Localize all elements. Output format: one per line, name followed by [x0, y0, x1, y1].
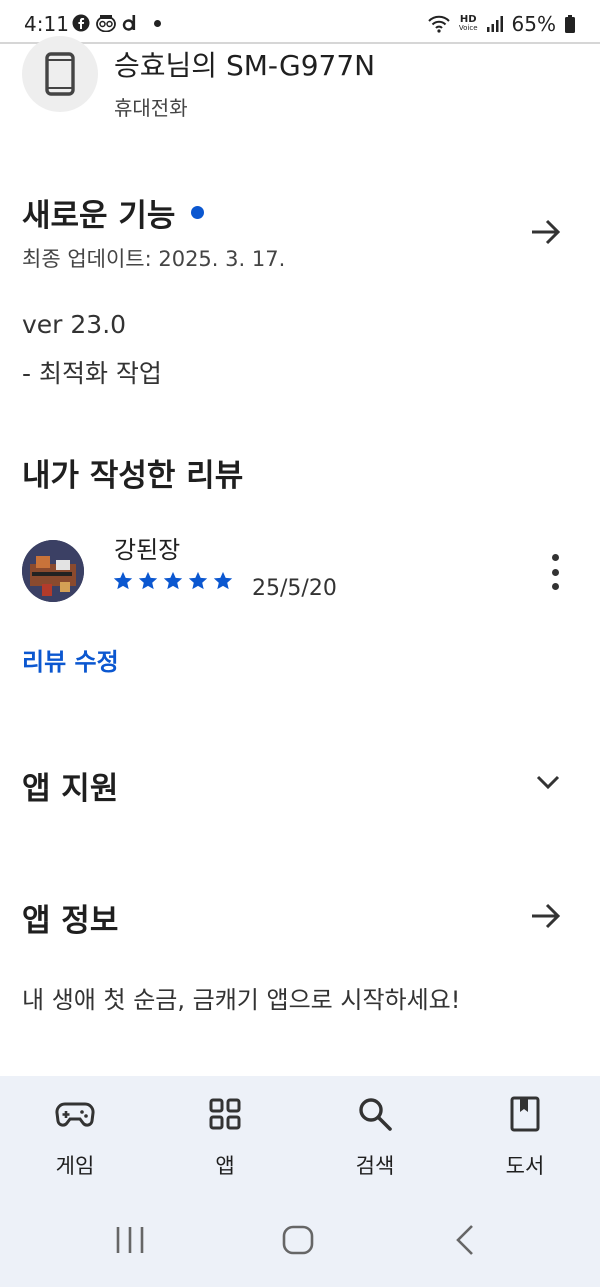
- hd-label: HD: [459, 14, 477, 25]
- whats-new-title: 새로운 기능: [22, 198, 176, 234]
- last-updated: 최종 업데이트: 2025. 3. 17.: [22, 247, 286, 271]
- star-icon: [163, 571, 183, 590]
- arrow-right-icon: [532, 903, 561, 929]
- rating-stars: [112, 570, 234, 592]
- app-info-arrow-button[interactable]: [524, 894, 568, 938]
- home-icon: [282, 1225, 314, 1255]
- star-icon: [113, 571, 133, 590]
- device-name: 승효님의 SM-G977N: [114, 49, 376, 82]
- more-dot: [551, 568, 559, 576]
- back-button[interactable]: [448, 1222, 484, 1262]
- arrow-right-icon: [532, 219, 561, 245]
- star-icon: [138, 571, 158, 590]
- nav-search[interactable]: 검색: [320, 1094, 430, 1180]
- more-dot: [551, 583, 559, 590]
- nav-books-label: 도서: [505, 1154, 545, 1178]
- star-icon: [188, 571, 208, 590]
- more-dot: [551, 554, 559, 561]
- gamepad-icon: [55, 1102, 95, 1127]
- d-app-icon: [122, 15, 136, 31]
- whats-new-header[interactable]: 새로운 기능: [22, 190, 205, 235]
- signal-icon: [486, 16, 503, 32]
- nav-games-label: 게임: [55, 1154, 95, 1178]
- battery-percent: 65%: [511, 12, 556, 36]
- facebook-icon: [72, 14, 90, 32]
- status-right: HD Voice 65%: [427, 12, 576, 36]
- nav-apps-label: 앱: [215, 1154, 235, 1178]
- nav-search-label: 검색: [355, 1154, 395, 1178]
- device-avatar: [22, 36, 98, 112]
- book-icon: [510, 1096, 540, 1132]
- status-time: 4:11: [24, 12, 69, 36]
- new-indicator-dot: [191, 206, 205, 219]
- apps-grid-icon: [209, 1098, 241, 1130]
- review-more-button[interactable]: [540, 552, 570, 592]
- app-info-title[interactable]: 앱 정보: [22, 895, 118, 940]
- recents-button[interactable]: [112, 1222, 148, 1262]
- version-text: ver 23.0: [22, 310, 127, 339]
- recents-icon: [116, 1227, 144, 1253]
- search-icon: [359, 1098, 392, 1131]
- back-icon: [456, 1225, 473, 1255]
- status-bar: 4:11 HD Voice 65%: [0, 0, 600, 44]
- review-date: 25/5/20: [252, 576, 337, 601]
- app-support-title[interactable]: 앱 지원: [22, 763, 118, 808]
- app-description: 내 생애 첫 순금, 금캐기 앱으로 시작하세요!: [22, 986, 461, 1014]
- hd-voice-icon: HD Voice: [459, 15, 478, 33]
- nav-apps[interactable]: 앱: [170, 1094, 280, 1180]
- home-button[interactable]: [280, 1222, 316, 1262]
- device-type: 휴대전화: [114, 96, 188, 120]
- battery-icon: [565, 15, 575, 33]
- owl-app-icon: [96, 15, 116, 32]
- app-support-expand-button[interactable]: [526, 760, 570, 804]
- nav-games[interactable]: 게임: [20, 1094, 130, 1180]
- star-icon: [213, 571, 233, 590]
- edit-review-link[interactable]: 리뷰 수정: [22, 642, 119, 677]
- chevron-down-icon: [536, 775, 560, 790]
- more-notifications-dot: [154, 19, 161, 27]
- my-review-title: 내가 작성한 리뷰: [22, 458, 244, 494]
- wifi-calling-icon: [428, 15, 450, 33]
- whats-new-arrow-button[interactable]: [524, 210, 568, 254]
- nav-books[interactable]: 도서: [470, 1094, 580, 1180]
- voice-label: Voice: [458, 24, 478, 32]
- phone-icon: [45, 52, 75, 96]
- update-note: - 최적화 작업: [22, 359, 162, 388]
- notification-icons: [72, 14, 161, 32]
- reviewer-avatar: [22, 540, 84, 602]
- reviewer-name: 강된장: [114, 536, 181, 564]
